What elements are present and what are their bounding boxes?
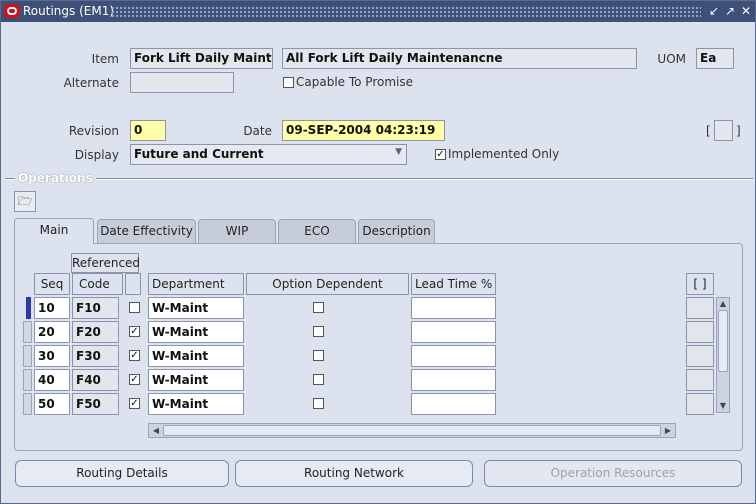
descriptive-flexfield[interactable] <box>714 120 733 141</box>
oracle-logo-icon <box>4 4 20 18</box>
referenced-column-header: Referenced <box>71 253 140 273</box>
code-cell[interactable]: F50 <box>72 393 119 415</box>
dff-close-bracket: ] <box>736 124 741 138</box>
revision-label: Revision <box>68 124 119 138</box>
seq-cell[interactable]: 50 <box>34 393 70 415</box>
title-bar: Routings (EM1) ↙ ↗ ✕ <box>1 1 755 22</box>
close-icon[interactable]: ✕ <box>739 4 753 18</box>
minimize-icon[interactable]: ↙ <box>707 4 721 18</box>
date-label: Date <box>243 124 272 138</box>
dff-cell[interactable] <box>686 345 714 367</box>
code-cell[interactable]: F10 <box>72 297 119 319</box>
department-cell[interactable]: W-Maint <box>148 393 244 415</box>
scroll-left-icon[interactable]: ◀ <box>150 424 162 437</box>
referenced-checkbox[interactable]: ✓ <box>129 326 140 337</box>
scroll-up-icon[interactable]: ▲ <box>717 298 729 310</box>
referenced-checkbox[interactable]: ✓ <box>129 398 140 409</box>
vertical-scrollbar[interactable]: ▲ ▼ <box>716 297 730 413</box>
referenced-checkbox[interactable] <box>129 302 140 313</box>
tab-description[interactable]: Description <box>358 219 435 243</box>
code-cell[interactable]: F40 <box>72 369 119 391</box>
seq-cell[interactable]: 30 <box>34 345 70 367</box>
display-label: Display <box>74 148 119 162</box>
window-title: Routings (EM1) <box>23 4 115 18</box>
row-selector[interactable] <box>23 369 32 391</box>
option-dependent-column-header: Option Dependent <box>246 273 409 295</box>
referenced-checkbox[interactable]: ✓ <box>129 374 140 385</box>
display-select[interactable]: Future and Current ▼ <box>130 144 407 165</box>
row-selector[interactable] <box>26 297 31 319</box>
lead-time-cell[interactable] <box>411 297 496 319</box>
department-cell[interactable]: W-Maint <box>148 321 244 343</box>
code-cell[interactable]: F30 <box>72 345 119 367</box>
lead-time-column-header: Lead Time % <box>411 273 496 295</box>
row-selector[interactable] <box>23 393 32 415</box>
code-cell[interactable]: F20 <box>72 321 119 343</box>
tab-main[interactable]: Main <box>14 218 94 244</box>
department-cell[interactable]: W-Maint <box>148 345 244 367</box>
operations-divider <box>5 178 753 180</box>
revision-field[interactable]: 0 <box>130 120 166 141</box>
tab-wip[interactable]: WIP <box>198 219 276 243</box>
alternate-field[interactable] <box>130 72 234 93</box>
dff-column-header: [ ] <box>686 273 714 295</box>
tab-eco[interactable]: ECO <box>278 219 356 243</box>
routings-window: Routings (EM1) ↙ ↗ ✕ Item Fork Lift Dail… <box>0 0 756 504</box>
option-dependent-checkbox[interactable] <box>313 302 324 313</box>
department-cell[interactable]: W-Maint <box>148 369 244 391</box>
routing-network-button[interactable]: Routing Network <box>235 460 473 487</box>
item-label: Item <box>91 52 119 66</box>
row-selector[interactable] <box>23 345 32 367</box>
implemented-only-label: Implemented Only <box>448 147 560 161</box>
uom-field[interactable]: Ea <box>696 48 734 69</box>
dff-cell[interactable] <box>686 321 714 343</box>
scroll-right-icon[interactable]: ▶ <box>662 424 674 437</box>
alternate-label: Alternate <box>63 76 119 90</box>
referenced-checkbox[interactable]: ✓ <box>129 350 140 361</box>
referenced-checkbox-header <box>125 273 141 295</box>
lead-time-cell[interactable] <box>411 321 496 343</box>
dff-cell[interactable] <box>686 297 714 319</box>
routing-details-button[interactable]: Routing Details <box>15 460 229 487</box>
implemented-only-checkbox[interactable]: ✓ <box>435 149 446 160</box>
row-selector[interactable] <box>23 321 32 343</box>
dff-cell[interactable] <box>686 393 714 415</box>
capable-to-promise-label: Capable To Promise <box>296 75 413 89</box>
code-column-header: Code <box>72 273 123 295</box>
operation-resources-button[interactable]: Operation Resources <box>484 460 742 487</box>
title-bar-grip <box>111 6 701 17</box>
option-dependent-checkbox[interactable] <box>313 398 324 409</box>
horizontal-scrollbar[interactable]: ◀ ▶ <box>148 423 676 438</box>
scroll-down-icon[interactable]: ▼ <box>717 400 729 412</box>
option-dependent-checkbox[interactable] <box>313 374 324 385</box>
seq-column-header: Seq <box>34 273 70 295</box>
uom-label: UOM <box>657 52 686 66</box>
maximize-icon[interactable]: ↗ <box>723 4 737 18</box>
seq-cell[interactable]: 40 <box>34 369 70 391</box>
date-field[interactable]: 09-SEP-2004 04:23:19 <box>282 120 445 141</box>
item-description-field[interactable]: All Fork Lift Daily Maintenancne <box>282 48 637 69</box>
seq-cell[interactable]: 10 <box>34 297 70 319</box>
lead-time-cell[interactable] <box>411 393 496 415</box>
operations-title: Operations <box>15 171 96 185</box>
option-dependent-checkbox[interactable] <box>313 350 324 361</box>
chevron-down-icon: ▼ <box>395 147 402 157</box>
lead-time-cell[interactable] <box>411 369 496 391</box>
capable-to-promise-checkbox[interactable] <box>283 77 294 88</box>
horizontal-scroll-thumb[interactable] <box>163 425 661 436</box>
dff-open-bracket: [ <box>706 124 711 138</box>
item-field[interactable]: Fork Lift Daily Mainter <box>130 48 273 69</box>
tab-date-effectivity[interactable]: Date Effectivity <box>97 219 196 243</box>
department-column-header: Department <box>148 273 244 295</box>
folder-icon[interactable]: 🗁 <box>14 191 36 212</box>
seq-cell[interactable]: 20 <box>34 321 70 343</box>
lead-time-cell[interactable] <box>411 345 496 367</box>
department-cell[interactable]: W-Maint <box>148 297 244 319</box>
option-dependent-checkbox[interactable] <box>313 326 324 337</box>
scroll-thumb[interactable] <box>718 310 728 372</box>
dff-cell[interactable] <box>686 369 714 391</box>
display-select-value: Future and Current <box>134 147 264 161</box>
